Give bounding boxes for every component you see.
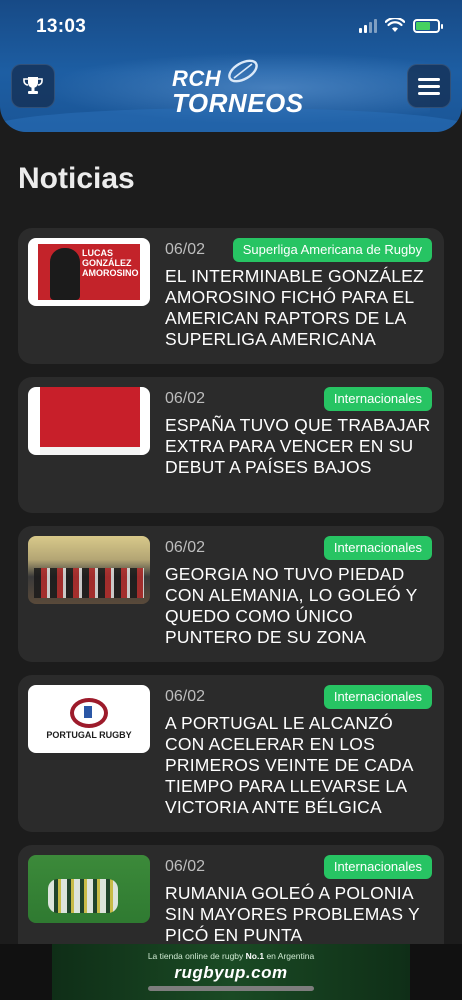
wifi-icon xyxy=(385,18,405,32)
ad-tagline-part3: en Argentina xyxy=(266,951,315,961)
trophy-icon xyxy=(23,77,43,94)
hamburger-menu-icon xyxy=(418,74,440,99)
menu-button[interactable] xyxy=(407,64,451,108)
rugby-ball-icon xyxy=(228,59,258,83)
news-date: 06/02 xyxy=(165,390,206,407)
news-title[interactable]: RUMANIA GOLEÓ A POLONIA SIN MAYORES PROB… xyxy=(165,883,432,946)
news-card[interactable]: 06/02 Internacionales ESPAÑA TUVO QUE TR… xyxy=(18,377,444,513)
news-card[interactable]: LUCAS GONZÁLEZ AMOROSINO 06/02 Superliga… xyxy=(18,228,444,364)
news-title[interactable]: ESPAÑA TUVO QUE TRABAJAR EXTRA PARA VENC… xyxy=(165,415,432,478)
news-card[interactable]: PORTUGAL RUGBY 06/02 Internacionales A P… xyxy=(18,675,444,832)
ad-tagline: La tienda online de rugby No.1 en Argent… xyxy=(52,944,410,961)
news-title[interactable]: A PORTUGAL LE ALCANZÓ CON ACELERAR EN LO… xyxy=(165,713,432,818)
category-badge: Internacionales xyxy=(323,855,432,879)
status-time: 13:03 xyxy=(36,16,87,37)
news-thumbnail[interactable] xyxy=(28,536,150,604)
news-date: 06/02 xyxy=(165,539,206,556)
home-indicator[interactable] xyxy=(148,986,314,991)
news-thumbnail[interactable] xyxy=(28,387,150,455)
status-bar: 13:03 xyxy=(0,0,462,52)
battery-icon xyxy=(413,18,443,33)
ad-brand: rugbyup.com xyxy=(174,963,288,982)
ad-tagline-part2: No.1 xyxy=(245,951,265,961)
category-badge: Superliga Americana de Rugby xyxy=(232,238,432,262)
news-card[interactable]: 06/02 Internacionales GEORGIA NO TUVO PI… xyxy=(18,526,444,662)
thumbnail-caption: PORTUGAL RUGBY xyxy=(46,730,132,740)
news-thumbnail[interactable]: PORTUGAL RUGBY xyxy=(28,685,150,753)
logo-text-torneos: TORNEOS xyxy=(172,88,304,118)
trophy-button[interactable] xyxy=(11,64,55,108)
category-badge: Internacionales xyxy=(323,387,432,411)
news-thumbnail[interactable]: LUCAS GONZÁLEZ AMOROSINO xyxy=(28,238,150,306)
news-thumbnail[interactable] xyxy=(28,855,150,923)
status-icons xyxy=(359,18,443,33)
category-badge: Internacionales xyxy=(323,685,432,709)
app-header: 13:03 RCH TORNEOS xyxy=(0,0,462,132)
portugal-rugby-emblem-icon xyxy=(70,698,108,728)
news-date: 06/02 xyxy=(165,858,206,875)
news-date: 06/02 xyxy=(165,241,206,258)
category-badge: Internacionales xyxy=(323,536,432,560)
thumbnail-caption: LUCAS GONZÁLEZ AMOROSINO xyxy=(82,248,139,278)
news-title[interactable]: EL INTERMINABLE GONZÁLEZ AMOROSINO FICHÓ… xyxy=(165,266,432,350)
news-title[interactable]: GEORGIA NO TUVO PIEDAD CON ALEMANIA, LO … xyxy=(165,564,432,648)
ad-banner[interactable]: La tienda online de rugby No.1 en Argent… xyxy=(0,944,462,1000)
signal-icon xyxy=(359,18,377,33)
rch-torneos-logo: RCH TORNEOS xyxy=(170,58,303,118)
page-title: Noticias xyxy=(18,162,135,195)
news-list: LUCAS GONZÁLEZ AMOROSINO 06/02 Superliga… xyxy=(18,228,444,978)
ad-content[interactable]: La tienda online de rugby No.1 en Argent… xyxy=(52,944,410,1000)
ad-tagline-part1: La tienda online de rugby xyxy=(147,951,244,961)
news-date: 06/02 xyxy=(165,688,206,705)
